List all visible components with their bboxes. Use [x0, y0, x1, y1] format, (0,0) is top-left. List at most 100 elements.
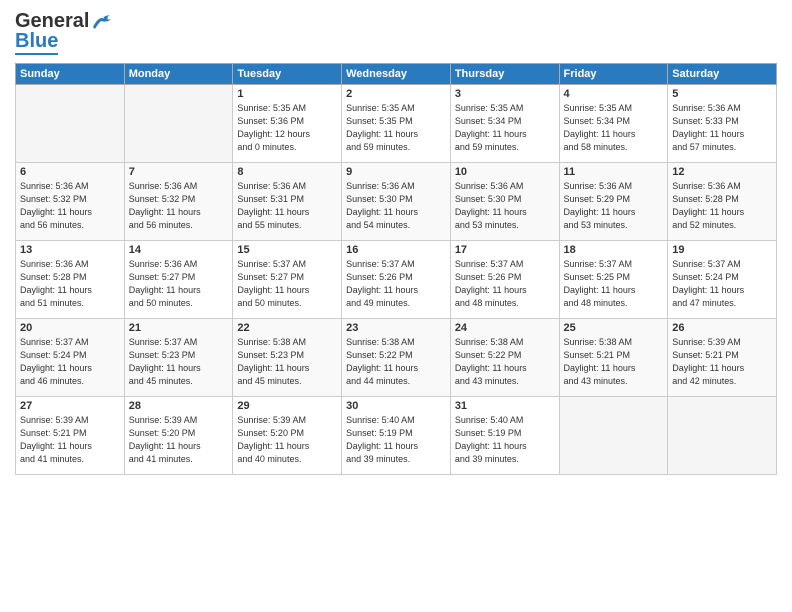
day-info: Sunrise: 5:39 AMSunset: 5:21 PMDaylight:…	[672, 336, 772, 388]
day-info: Sunrise: 5:35 AMSunset: 5:34 PMDaylight:…	[564, 102, 664, 154]
calendar-cell: 30 Sunrise: 5:40 AMSunset: 5:19 PMDayligh…	[342, 397, 451, 475]
calendar-cell	[668, 397, 777, 475]
day-number: 30	[346, 400, 446, 412]
day-number: 18	[564, 244, 664, 256]
calendar-cell: 4 Sunrise: 5:35 AMSunset: 5:34 PMDaylight…	[559, 85, 668, 163]
day-number: 22	[237, 322, 337, 334]
calendar-cell: 14Sunrise: 5:36 AMSunset: 5:27 PMDayligh…	[124, 241, 233, 319]
day-header-sunday: Sunday	[16, 64, 125, 85]
calendar-cell: 6Sunrise: 5:36 AMSunset: 5:32 PMDaylight…	[16, 163, 125, 241]
day-number: 29	[237, 400, 337, 412]
day-info: Sunrise: 5:39 AMSunset: 5:20 PMDaylight:…	[129, 414, 229, 466]
day-header-friday: Friday	[559, 64, 668, 85]
calendar-cell: 8 Sunrise: 5:36 AMSunset: 5:31 PMDaylight…	[233, 163, 342, 241]
day-number: 7	[129, 166, 229, 178]
day-header-wednesday: Wednesday	[342, 64, 451, 85]
header: General Blue	[15, 10, 777, 55]
calendar-cell: 20 Sunrise: 5:37 AMSunset: 5:24 PMDayligh…	[16, 319, 125, 397]
day-number: 2	[346, 88, 446, 100]
calendar-cell: 10 Sunrise: 5:36 AMSunset: 5:30 PMDayligh…	[450, 163, 559, 241]
calendar-table: SundayMondayTuesdayWednesdayThursdayFrid…	[15, 63, 777, 475]
day-header-thursday: Thursday	[450, 64, 559, 85]
day-number: 11	[564, 166, 664, 178]
day-number: 9	[346, 166, 446, 178]
day-info: Sunrise: 5:39 AMSunset: 5:21 PMDaylight:…	[20, 414, 120, 466]
day-number: 26	[672, 322, 772, 334]
calendar-week-row: 27Sunrise: 5:39 AMSunset: 5:21 PMDayligh…	[16, 397, 777, 475]
calendar-cell: 23Sunrise: 5:38 AMSunset: 5:22 PMDayligh…	[342, 319, 451, 397]
calendar-cell: 19 Sunrise: 5:37 AMSunset: 5:24 PMDayligh…	[668, 241, 777, 319]
calendar-cell: 21 Sunrise: 5:37 AMSunset: 5:23 PMDayligh…	[124, 319, 233, 397]
calendar-week-row: 6Sunrise: 5:36 AMSunset: 5:32 PMDaylight…	[16, 163, 777, 241]
calendar-cell: 7 Sunrise: 5:36 AMSunset: 5:32 PMDaylight…	[124, 163, 233, 241]
calendar-cell: 16 Sunrise: 5:37 AMSunset: 5:26 PMDayligh…	[342, 241, 451, 319]
day-number: 8	[237, 166, 337, 178]
day-number: 17	[455, 244, 555, 256]
calendar-cell: 26 Sunrise: 5:39 AMSunset: 5:21 PMDayligh…	[668, 319, 777, 397]
day-info: Sunrise: 5:40 AMSunset: 5:19 PMDaylight:…	[455, 414, 555, 466]
day-info: Sunrise: 5:38 AMSunset: 5:22 PMDaylight:…	[455, 336, 555, 388]
calendar-cell: 1Sunrise: 5:35 AMSunset: 5:36 PMDaylight…	[233, 85, 342, 163]
day-info: Sunrise: 5:37 AMSunset: 5:24 PMDaylight:…	[672, 258, 772, 310]
day-info: Sunrise: 5:36 AMSunset: 5:28 PMDaylight:…	[20, 258, 120, 310]
day-number: 31	[455, 400, 555, 412]
day-number: 3	[455, 88, 555, 100]
calendar-week-row: 20 Sunrise: 5:37 AMSunset: 5:24 PMDayligh…	[16, 319, 777, 397]
calendar-cell: 18 Sunrise: 5:37 AMSunset: 5:25 PMDayligh…	[559, 241, 668, 319]
day-info: Sunrise: 5:36 AMSunset: 5:32 PMDaylight:…	[129, 180, 229, 232]
page-container: General Blue SundayMondayTuesdayWednesda…	[0, 0, 792, 485]
day-info: Sunrise: 5:39 AMSunset: 5:20 PMDaylight:…	[237, 414, 337, 466]
logo-bird-icon	[91, 13, 113, 31]
day-number: 25	[564, 322, 664, 334]
calendar-cell: 27Sunrise: 5:39 AMSunset: 5:21 PMDayligh…	[16, 397, 125, 475]
day-number: 15	[237, 244, 337, 256]
day-info: Sunrise: 5:37 AMSunset: 5:24 PMDaylight:…	[20, 336, 120, 388]
calendar-cell	[124, 85, 233, 163]
day-info: Sunrise: 5:38 AMSunset: 5:21 PMDaylight:…	[564, 336, 664, 388]
calendar-cell: 3Sunrise: 5:35 AMSunset: 5:34 PMDaylight…	[450, 85, 559, 163]
day-info: Sunrise: 5:37 AMSunset: 5:23 PMDaylight:…	[129, 336, 229, 388]
calendar-cell: 2 Sunrise: 5:35 AMSunset: 5:35 PMDaylight…	[342, 85, 451, 163]
calendar-week-row: 1Sunrise: 5:35 AMSunset: 5:36 PMDaylight…	[16, 85, 777, 163]
day-number: 10	[455, 166, 555, 178]
calendar-cell: 9 Sunrise: 5:36 AMSunset: 5:30 PMDaylight…	[342, 163, 451, 241]
day-number: 28	[129, 400, 229, 412]
calendar-cell: 12 Sunrise: 5:36 AMSunset: 5:28 PMDayligh…	[668, 163, 777, 241]
day-info: Sunrise: 5:35 AMSunset: 5:35 PMDaylight:…	[346, 102, 446, 154]
day-number: 12	[672, 166, 772, 178]
day-info: Sunrise: 5:36 AMSunset: 5:33 PMDaylight:…	[672, 102, 772, 154]
day-number: 5	[672, 88, 772, 100]
day-number: 16	[346, 244, 446, 256]
logo: General Blue	[15, 10, 113, 55]
day-info: Sunrise: 5:36 AMSunset: 5:30 PMDaylight:…	[455, 180, 555, 232]
logo-blue: Blue	[15, 29, 58, 55]
calendar-cell: 25 Sunrise: 5:38 AMSunset: 5:21 PMDayligh…	[559, 319, 668, 397]
day-number: 19	[672, 244, 772, 256]
day-info: Sunrise: 5:37 AMSunset: 5:26 PMDaylight:…	[346, 258, 446, 310]
day-header-saturday: Saturday	[668, 64, 777, 85]
day-number: 21	[129, 322, 229, 334]
calendar-cell: 11Sunrise: 5:36 AMSunset: 5:29 PMDayligh…	[559, 163, 668, 241]
day-info: Sunrise: 5:37 AMSunset: 5:25 PMDaylight:…	[564, 258, 664, 310]
day-info: Sunrise: 5:36 AMSunset: 5:32 PMDaylight:…	[20, 180, 120, 232]
day-info: Sunrise: 5:36 AMSunset: 5:31 PMDaylight:…	[237, 180, 337, 232]
day-info: Sunrise: 5:37 AMSunset: 5:27 PMDaylight:…	[237, 258, 337, 310]
day-info: Sunrise: 5:40 AMSunset: 5:19 PMDaylight:…	[346, 414, 446, 466]
calendar-cell: 29 Sunrise: 5:39 AMSunset: 5:20 PMDayligh…	[233, 397, 342, 475]
calendar-cell: 24Sunrise: 5:38 AMSunset: 5:22 PMDayligh…	[450, 319, 559, 397]
calendar-cell: 15 Sunrise: 5:37 AMSunset: 5:27 PMDayligh…	[233, 241, 342, 319]
calendar-cell: 5 Sunrise: 5:36 AMSunset: 5:33 PMDaylight…	[668, 85, 777, 163]
calendar-cell: 31 Sunrise: 5:40 AMSunset: 5:19 PMDayligh…	[450, 397, 559, 475]
day-info: Sunrise: 5:36 AMSunset: 5:30 PMDaylight:…	[346, 180, 446, 232]
day-info: Sunrise: 5:36 AMSunset: 5:28 PMDaylight:…	[672, 180, 772, 232]
day-number: 13	[20, 244, 120, 256]
day-info: Sunrise: 5:35 AMSunset: 5:36 PMDaylight:…	[237, 102, 337, 154]
day-number: 4	[564, 88, 664, 100]
calendar-cell: 22Sunrise: 5:38 AMSunset: 5:23 PMDayligh…	[233, 319, 342, 397]
calendar-cell	[16, 85, 125, 163]
day-number: 20	[20, 322, 120, 334]
calendar-week-row: 13 Sunrise: 5:36 AMSunset: 5:28 PMDayligh…	[16, 241, 777, 319]
calendar-cell: 13 Sunrise: 5:36 AMSunset: 5:28 PMDayligh…	[16, 241, 125, 319]
day-info: Sunrise: 5:36 AMSunset: 5:27 PMDaylight:…	[129, 258, 229, 310]
calendar-cell: 17Sunrise: 5:37 AMSunset: 5:26 PMDayligh…	[450, 241, 559, 319]
